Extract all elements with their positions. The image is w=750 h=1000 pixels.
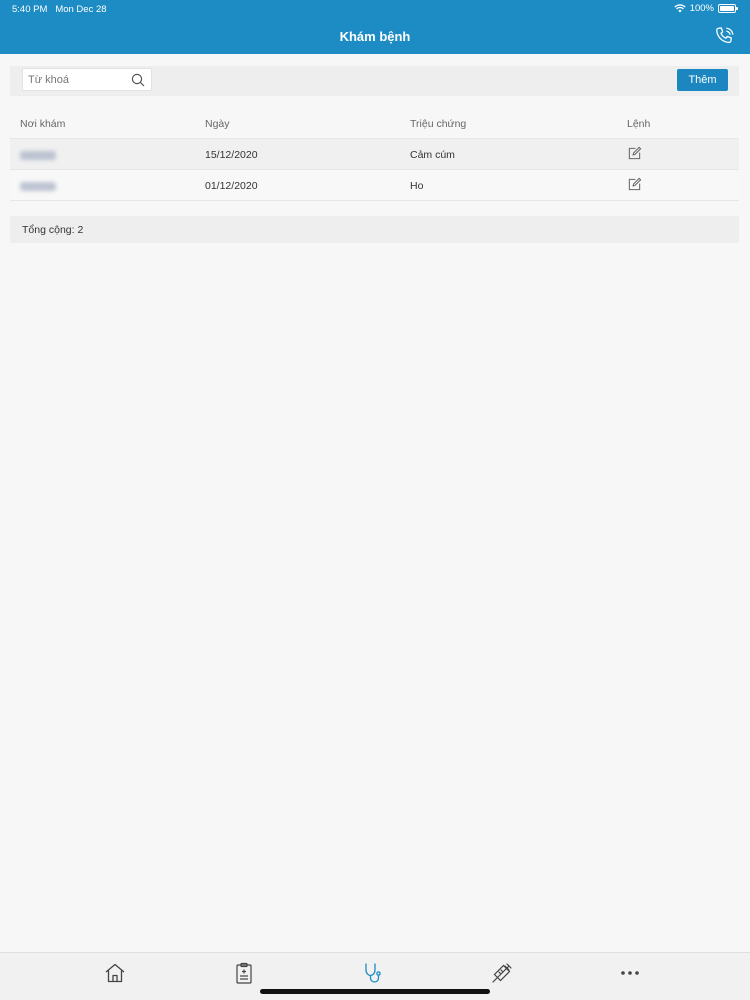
total-bar: Tổng cộng: 2 [10,216,739,243]
nav-bar: Khám bệnh [0,18,750,54]
table-header: Nơi khám Ngày Triệu chứng Lệnh [10,108,739,139]
search-icon[interactable] [131,73,145,87]
column-header-date: Ngày [205,118,230,130]
status-bar: 5:40 PM Mon Dec 28 100% [0,0,750,18]
exam-table: Nơi khám Ngày Triệu chứng Lệnh 15/12/202… [10,108,739,201]
wifi-icon [674,4,686,13]
status-time: 5:40 PM Mon Dec 28 [12,4,107,15]
battery-percent: 100% [689,3,714,14]
table-row[interactable]: 15/12/2020 Cảm cúm [10,139,739,170]
more-icon[interactable] [618,961,642,985]
home-icon[interactable] [103,961,127,985]
column-header-action: Lệnh [627,118,651,130]
status-right: 100% [674,3,738,14]
syringe-icon[interactable] [490,961,514,985]
search-input[interactable] [28,72,128,88]
edit-icon[interactable] [627,146,642,161]
column-header-symptom: Triệu chứng [410,118,467,130]
column-header-location: Nơi khám [20,118,66,130]
battery-icon [718,4,738,13]
add-button[interactable]: Thêm [677,69,728,91]
table-row[interactable]: 01/12/2020 Ho [10,170,739,201]
location-cell-redacted [20,149,56,163]
toolbar: Thêm [10,66,739,96]
date-cell: 15/12/2020 [205,149,258,161]
edit-icon[interactable] [627,177,642,192]
clipboard-icon[interactable] [232,961,256,985]
search-box [22,68,152,91]
location-cell-redacted [20,180,56,194]
stethoscope-icon[interactable] [361,961,385,985]
total-count: Tổng cộng: 2 [22,224,84,236]
home-indicator [260,989,490,994]
phone-call-icon[interactable] [714,25,736,47]
symptom-cell: Ho [410,180,424,192]
page-title: Khám bệnh [339,29,411,44]
date-cell: 01/12/2020 [205,180,258,192]
symptom-cell: Cảm cúm [410,149,455,161]
